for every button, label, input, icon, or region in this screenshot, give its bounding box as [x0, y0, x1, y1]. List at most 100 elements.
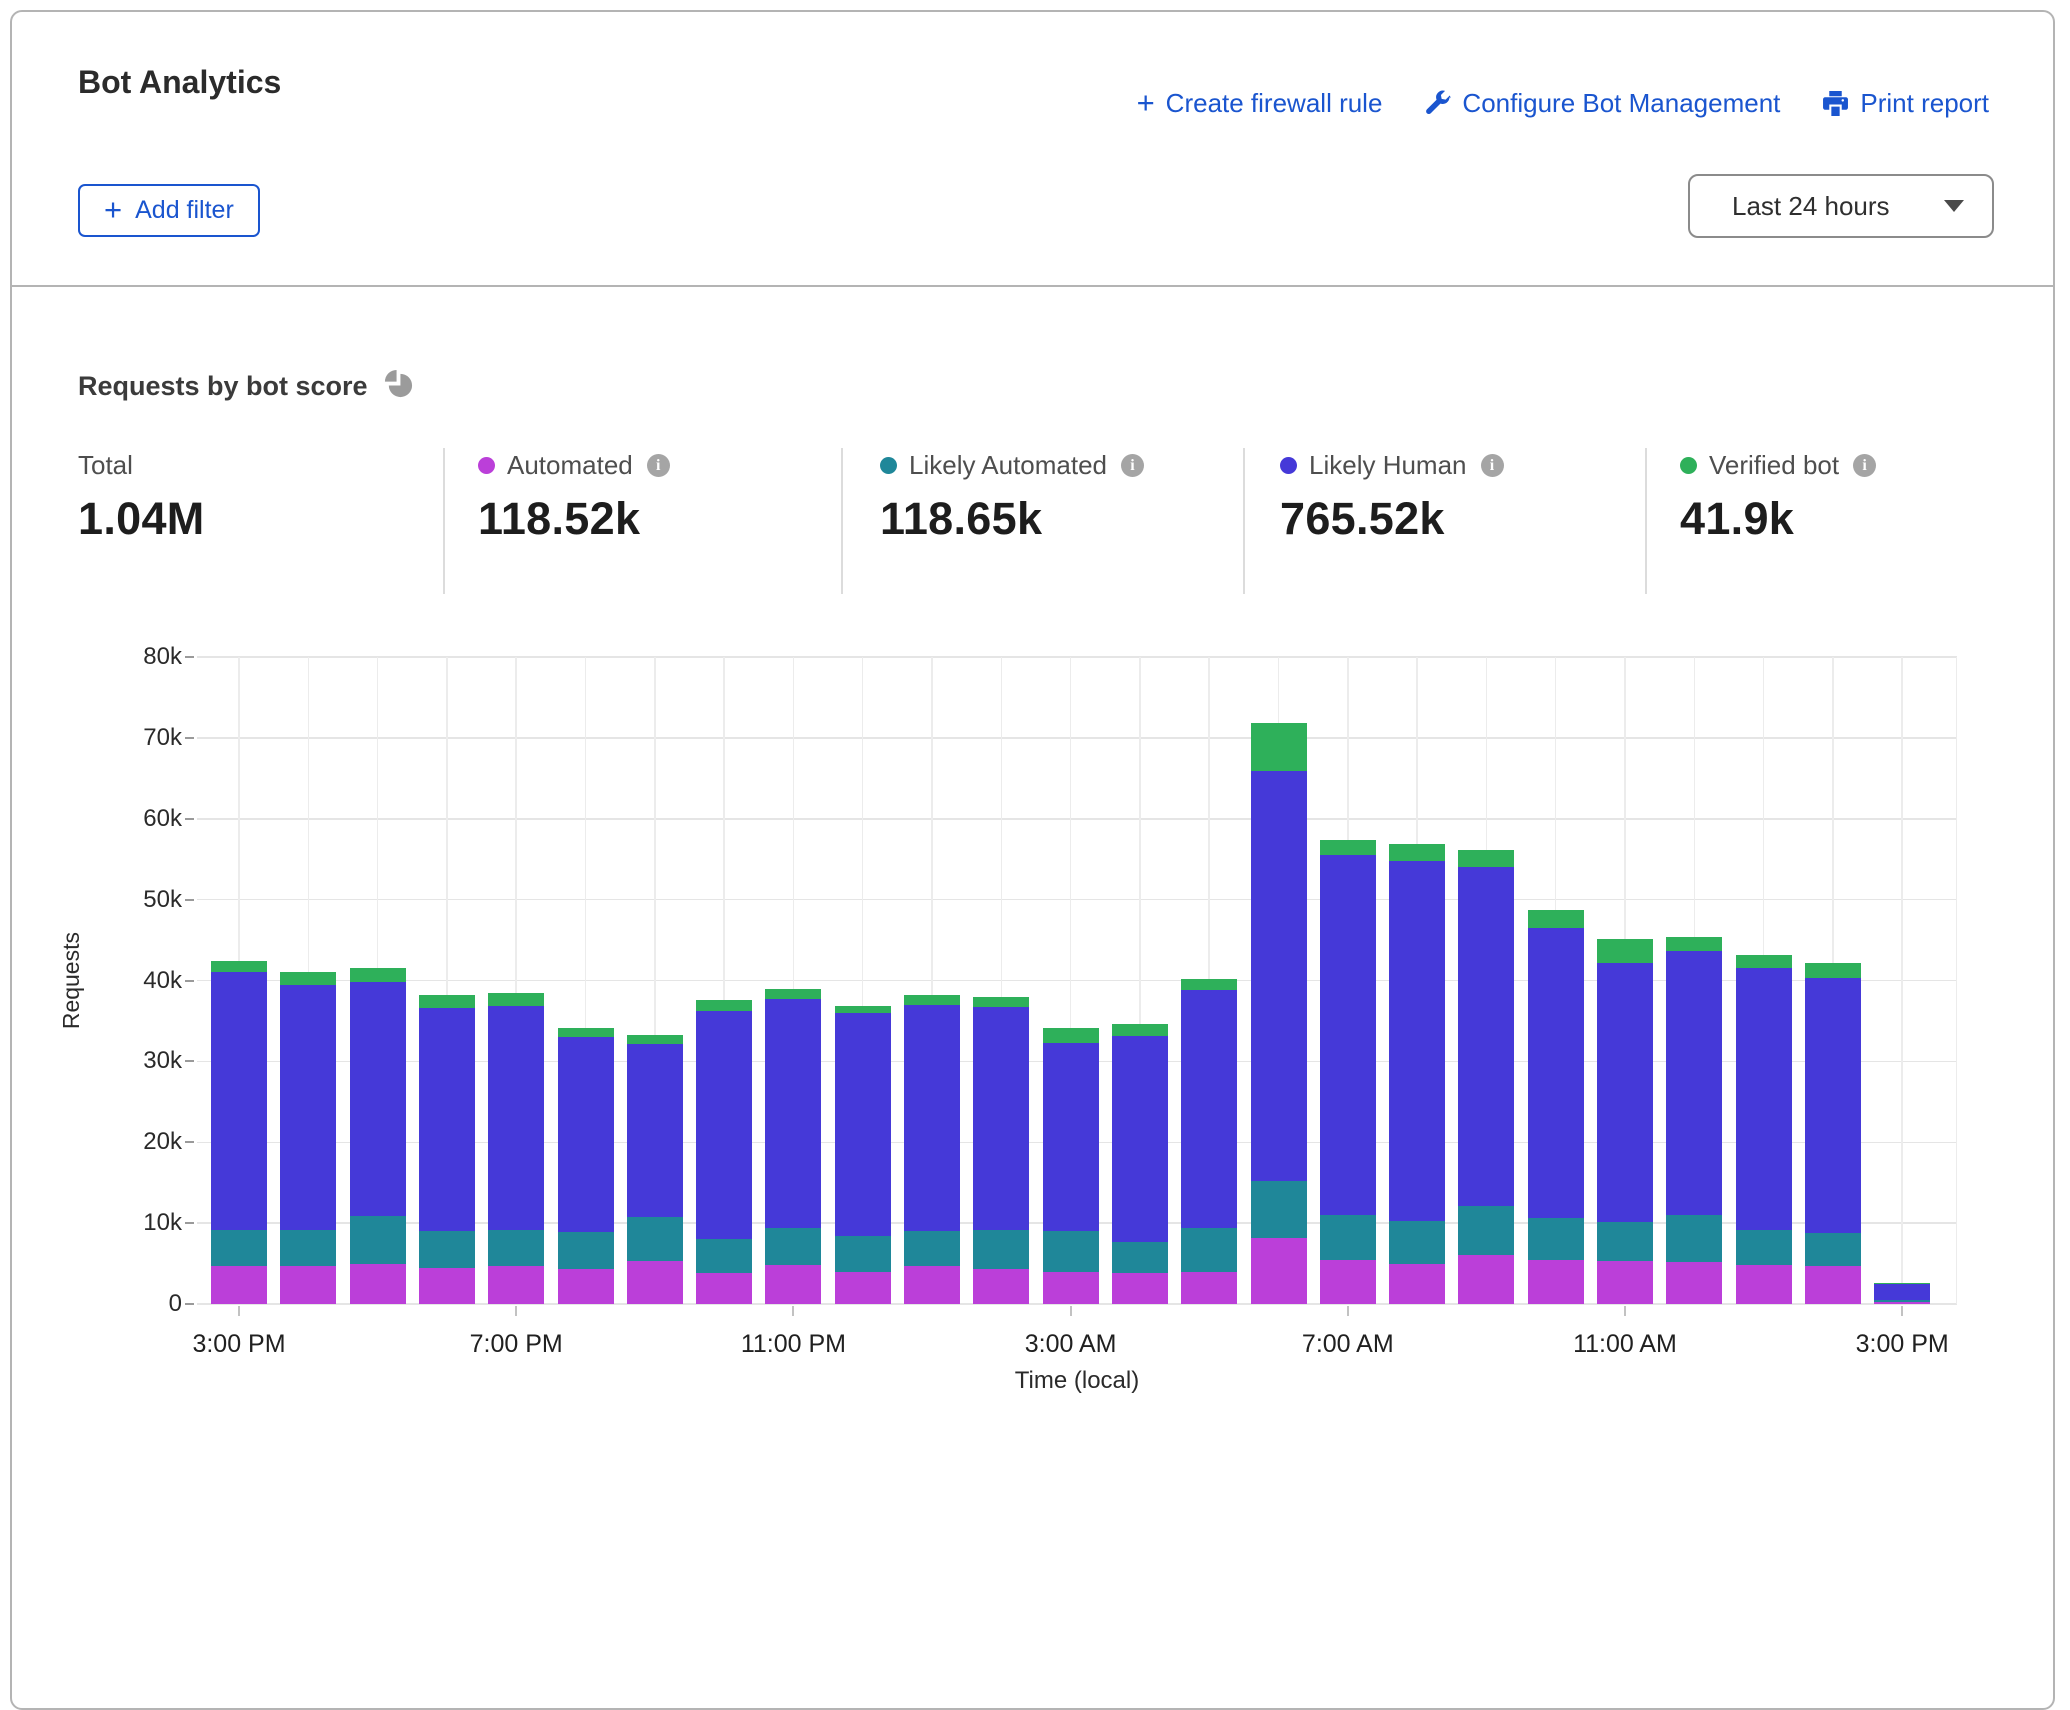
- y-axis-tick: [185, 1303, 194, 1305]
- segment-likely-automated: [1043, 1231, 1099, 1271]
- add-filter-label: Add filter: [135, 196, 234, 225]
- y-tick-label: 0: [169, 1290, 182, 1318]
- segment-likely-human: [1320, 855, 1376, 1215]
- time-range-select[interactable]: Last 24 hours: [1688, 174, 1994, 238]
- bar-hour-15[interactable]: [1251, 723, 1307, 1304]
- bar-hour-6[interactable]: [627, 1035, 683, 1304]
- y-tick-label: 50k: [143, 886, 182, 914]
- bar-hour-17[interactable]: [1389, 844, 1445, 1304]
- segment-likely-automated: [1736, 1230, 1792, 1266]
- stat-total: Total 1.04M: [78, 450, 205, 545]
- segment-likely-automated: [1251, 1181, 1307, 1238]
- stat-automated-value: 118.52k: [478, 493, 670, 545]
- bar-hour-4[interactable]: [488, 993, 544, 1304]
- print-report-link[interactable]: Print report: [1822, 88, 1989, 119]
- segment-verified-bot: [419, 995, 475, 1008]
- stat-likely-human-label: Likely Human: [1309, 450, 1467, 481]
- add-filter-button[interactable]: + Add filter: [78, 184, 260, 237]
- segment-likely-automated: [280, 1230, 336, 1266]
- plus-icon: +: [1137, 87, 1155, 118]
- stat-divider: [1645, 448, 1647, 594]
- segment-automated: [1251, 1238, 1307, 1304]
- bar-hour-18[interactable]: [1458, 850, 1514, 1304]
- segment-verified-bot: [1389, 844, 1445, 861]
- info-icon[interactable]: i: [1121, 454, 1144, 477]
- segment-automated: [1666, 1262, 1722, 1304]
- segment-automated: [1320, 1260, 1376, 1304]
- plot-area: 3:00 PM7:00 PM11:00 PM3:00 AM7:00 AM11:0…: [197, 657, 1957, 1304]
- segment-verified-bot: [1597, 939, 1653, 962]
- stat-verified-bot: Verified bot i 41.9k: [1680, 450, 1876, 545]
- segment-likely-human: [488, 1006, 544, 1230]
- bar-hour-23[interactable]: [1805, 963, 1861, 1304]
- bar-hour-24[interactable]: [1874, 1283, 1930, 1304]
- segment-verified-bot: [211, 961, 267, 972]
- x-tick-label: 11:00 PM: [741, 1330, 846, 1359]
- bar-hour-9[interactable]: [835, 1006, 891, 1304]
- info-icon[interactable]: i: [647, 454, 670, 477]
- segment-likely-automated: [904, 1231, 960, 1266]
- stat-likely-automated-value: 118.65k: [880, 493, 1144, 545]
- segment-verified-bot: [488, 993, 544, 1006]
- bar-hour-5[interactable]: [558, 1028, 614, 1304]
- segment-likely-human: [1389, 861, 1445, 1221]
- segment-automated: [350, 1264, 406, 1304]
- info-icon[interactable]: i: [1853, 454, 1876, 477]
- bar-hour-3[interactable]: [419, 995, 475, 1304]
- legend-dot-likely-human: [1280, 457, 1297, 474]
- bar-hour-20[interactable]: [1597, 939, 1653, 1304]
- segment-automated: [973, 1269, 1029, 1304]
- y-axis-tick: [185, 980, 194, 982]
- segment-automated: [627, 1261, 683, 1304]
- configure-bot-management-link[interactable]: Configure Bot Management: [1424, 88, 1780, 119]
- info-icon[interactable]: i: [1481, 454, 1504, 477]
- segment-likely-human: [280, 985, 336, 1231]
- stat-verified-bot-value: 41.9k: [1680, 493, 1876, 545]
- bar-hour-22[interactable]: [1736, 955, 1792, 1304]
- segment-likely-automated: [1181, 1228, 1237, 1272]
- segment-likely-human: [1458, 867, 1514, 1206]
- bar-hour-12[interactable]: [1043, 1028, 1099, 1304]
- segment-verified-bot: [835, 1006, 891, 1013]
- bar-hour-11[interactable]: [973, 997, 1029, 1304]
- bar-hour-14[interactable]: [1181, 979, 1237, 1304]
- y-tick-label: 20k: [143, 1128, 182, 1156]
- segment-verified-bot: [1736, 955, 1792, 969]
- segment-likely-automated: [1805, 1233, 1861, 1266]
- bar-hour-16[interactable]: [1320, 840, 1376, 1304]
- segment-likely-automated: [350, 1216, 406, 1264]
- segment-automated: [835, 1272, 891, 1304]
- segment-likely-automated: [1528, 1218, 1584, 1259]
- gridline-vertical: [1956, 657, 1958, 1304]
- y-tick-label: 60k: [143, 805, 182, 833]
- x-axis-tick: [515, 1306, 517, 1316]
- x-axis-tick: [1901, 1306, 1903, 1316]
- segment-verified-bot: [558, 1028, 614, 1037]
- bar-hour-2[interactable]: [350, 968, 406, 1304]
- bar-hour-19[interactable]: [1528, 910, 1584, 1304]
- segment-automated: [1181, 1272, 1237, 1304]
- bar-hour-10[interactable]: [904, 995, 960, 1304]
- x-axis-tick: [238, 1306, 240, 1316]
- configure-bot-management-label: Configure Bot Management: [1462, 88, 1780, 119]
- bar-hour-1[interactable]: [280, 972, 336, 1304]
- segment-likely-human: [696, 1011, 752, 1239]
- stat-likely-automated: Likely Automated i 118.65k: [880, 450, 1144, 545]
- create-firewall-rule-link[interactable]: + Create firewall rule: [1137, 88, 1383, 119]
- segment-verified-bot: [1458, 850, 1514, 867]
- bar-hour-13[interactable]: [1112, 1024, 1168, 1304]
- segment-automated: [280, 1266, 336, 1304]
- bar-hour-21[interactable]: [1666, 937, 1722, 1304]
- bar-hour-0[interactable]: [211, 961, 267, 1304]
- segment-automated: [488, 1266, 544, 1304]
- y-tick-label: 70k: [143, 724, 182, 752]
- bar-hour-7[interactable]: [696, 1000, 752, 1304]
- segment-verified-bot: [765, 989, 821, 999]
- segment-likely-human: [765, 999, 821, 1228]
- x-axis-title: Time (local): [1015, 1367, 1139, 1395]
- segment-verified-bot: [696, 1000, 752, 1011]
- page-title: Bot Analytics: [78, 64, 281, 101]
- bar-hour-8[interactable]: [765, 989, 821, 1304]
- segment-verified-bot: [1112, 1024, 1168, 1036]
- printer-icon: [1822, 90, 1849, 117]
